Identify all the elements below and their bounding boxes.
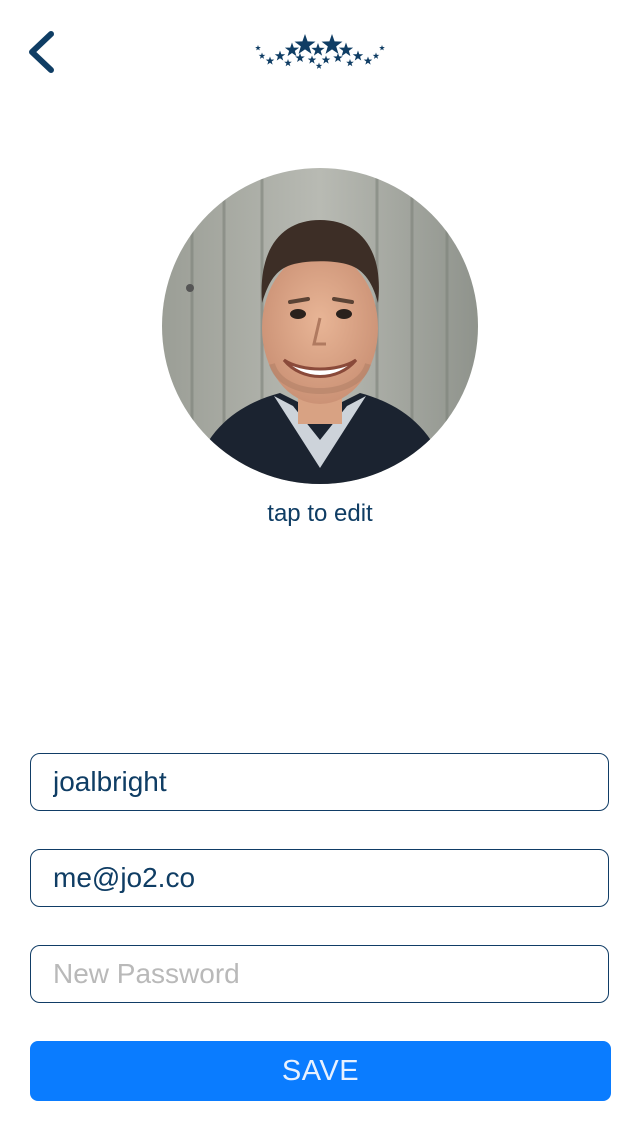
back-button[interactable] [18,22,74,82]
new-password-input[interactable] [31,946,608,1002]
username-input[interactable] [31,754,608,810]
email-input[interactable] [31,850,608,906]
password-field[interactable] [30,945,609,1003]
stars-logo-icon [250,28,392,76]
tap-to-edit-link[interactable]: tap to edit [0,500,640,528]
email-field[interactable] [30,849,609,907]
username-field[interactable] [30,753,609,811]
save-button[interactable]: SAVE [30,1041,611,1101]
avatar[interactable] [162,168,478,484]
chevron-left-icon [29,31,54,73]
avatar-photo [162,168,478,484]
